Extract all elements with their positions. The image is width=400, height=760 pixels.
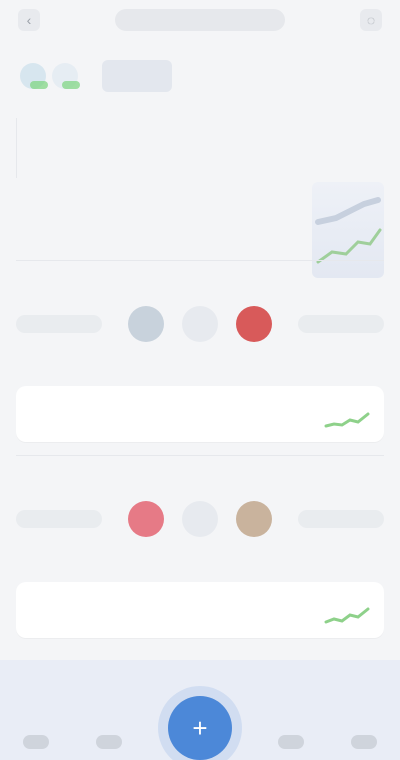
summary-section [0,50,400,278]
plus-icon[interactable]: + [168,696,232,760]
token-pair-1 [128,306,272,342]
mini-chart-line-2 [315,197,381,225]
bottom-area: + [0,660,400,760]
token-pair-2 [128,501,272,537]
token-icon-1b [182,306,218,342]
stat-left-lines [16,118,97,178]
token-icon-1a [128,306,164,342]
top-bar: ‹ ◌ [0,0,400,40]
mini-chart-line [316,228,382,264]
divider-1 [16,260,384,261]
market-row-1[interactable] [16,305,384,343]
asset-icon [20,63,48,89]
card-2-sparkline [324,607,370,624]
market-left-chip-2 [16,510,102,528]
stat-left-spacer [16,108,136,118]
card-2-sparkline-line [324,607,370,624]
back-arrow-icon[interactable]: ‹ [18,9,40,31]
notification-bell-icon[interactable]: ◌ [360,9,382,31]
market-left-chip-1 [16,315,102,333]
token-icon-2b [182,501,218,537]
card-1-sparkline [324,412,370,428]
page-title [115,9,285,31]
token-icon-1c [236,306,272,342]
tab-profile[interactable] [350,735,377,749]
tab-activity[interactable] [278,735,305,749]
tab-market[interactable] [95,735,122,749]
mini-chart [312,182,384,278]
card-1-sparkline-line [324,412,370,428]
market-card-2[interactable] [16,582,384,638]
market-right-chip-1 [298,315,384,333]
token-icon-2c [236,501,272,537]
stats-row [0,108,400,178]
mini-chart-svg [315,197,382,264]
balance-label [102,60,172,92]
market-row-2[interactable] [16,500,384,538]
market-right-chip-2 [298,510,384,528]
divider-2 [16,455,384,456]
balance-row [0,50,400,102]
stat-right [269,108,384,178]
asset-secondary-icon [52,63,80,89]
token-icon-2a [128,501,164,537]
stat-left [16,108,136,178]
market-card-1[interactable] [16,386,384,442]
tab-home[interactable] [23,735,50,749]
